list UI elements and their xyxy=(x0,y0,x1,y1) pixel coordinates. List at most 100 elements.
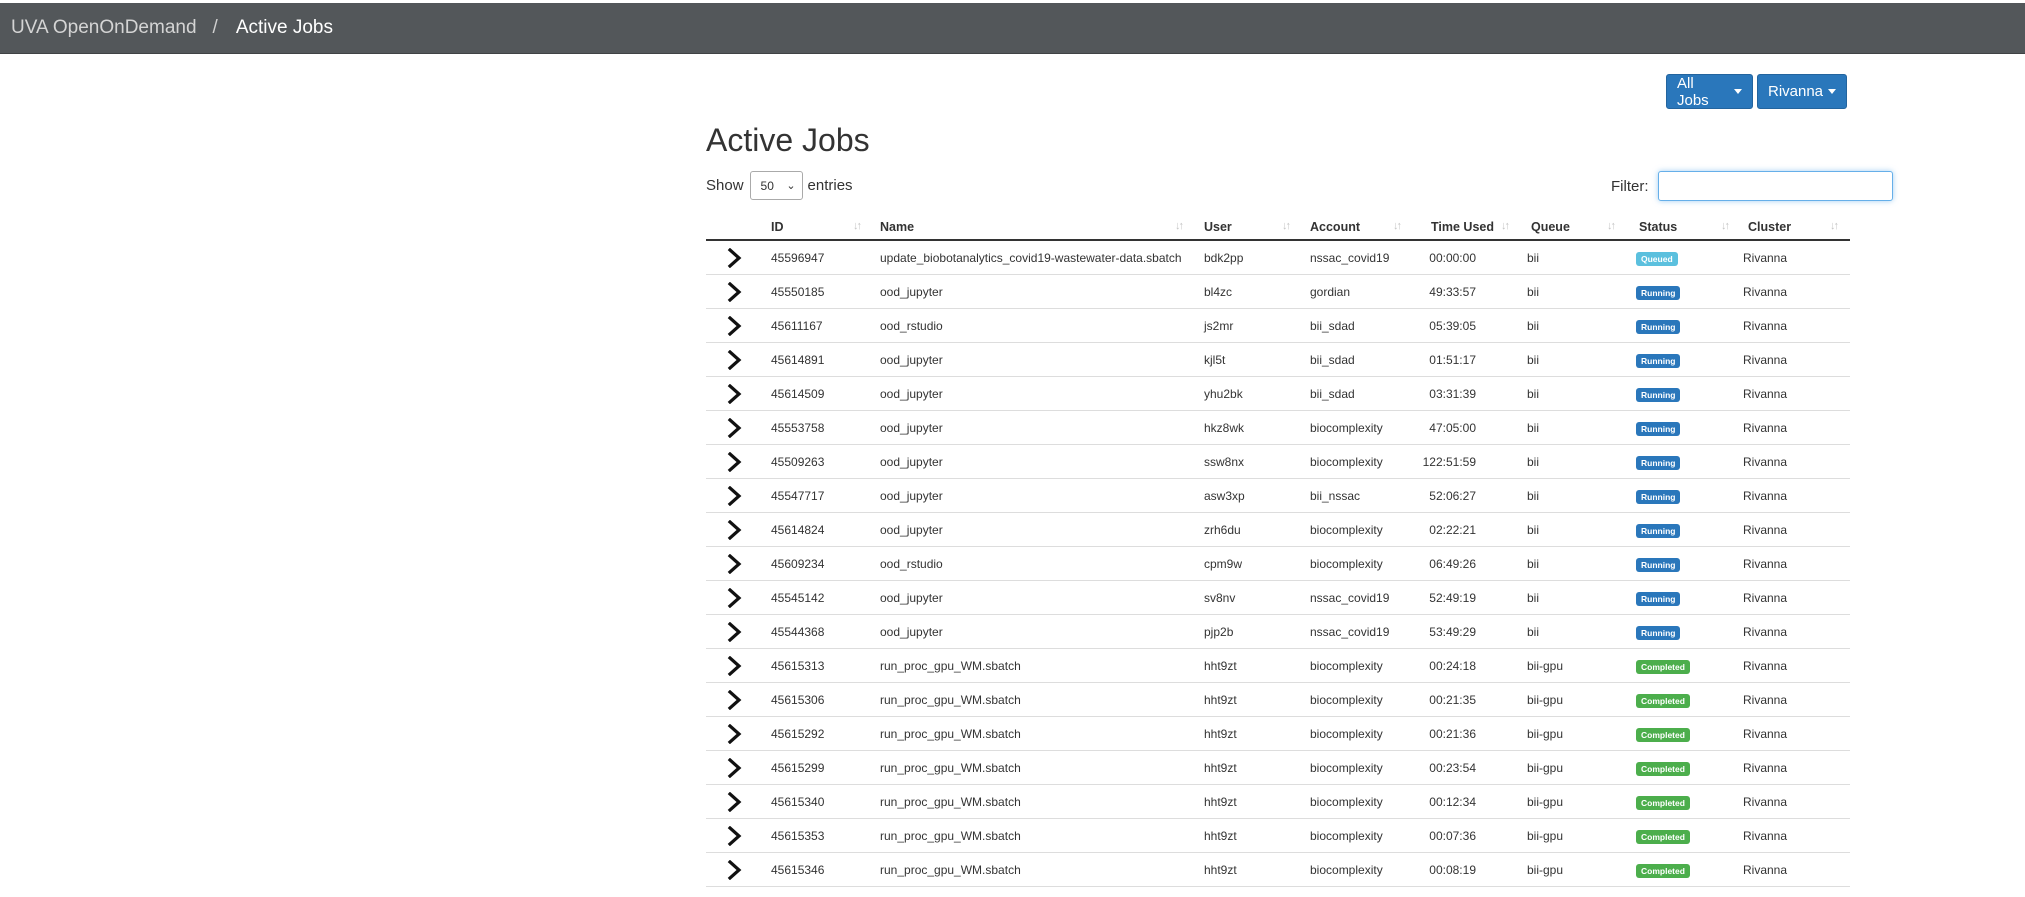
sort-icon[interactable]: ↓↑ xyxy=(1721,220,1730,232)
chevron-right-icon[interactable] xyxy=(724,520,746,540)
job-name: ood_rstudio xyxy=(880,557,943,571)
table-row[interactable]: 45615353 run_proc_gpu_WM.sbatch hht9zt bioc… xyxy=(706,819,1850,853)
sort-icon[interactable]: ↓↑ xyxy=(1607,220,1616,232)
job-queue: bii xyxy=(1527,523,1540,537)
table-row[interactable]: 45614824 ood_jupyter zrh6du biocomplexity 02… xyxy=(706,513,1850,547)
chevron-right-icon[interactable] xyxy=(724,826,746,846)
entries-label: entries xyxy=(807,177,853,194)
chevron-right-icon[interactable] xyxy=(724,690,746,710)
status-badge: Completed xyxy=(1636,728,1690,742)
job-user: hht9zt xyxy=(1204,795,1237,809)
table-row[interactable]: 45615313 run_proc_gpu_WM.sbatch hht9zt bioc… xyxy=(706,649,1850,683)
table-row[interactable]: 45615346 run_proc_gpu_WM.sbatch hht9zt bioc… xyxy=(706,853,1850,887)
chevron-right-icon[interactable] xyxy=(724,350,746,370)
filter-label: Filter: xyxy=(1611,177,1649,195)
chevron-right-icon[interactable] xyxy=(724,486,746,506)
job-cluster: Rivanna xyxy=(1743,523,1788,537)
sort-icon[interactable]: ↓↑ xyxy=(1830,220,1839,232)
job-id: 45615340 xyxy=(771,795,825,809)
table-row[interactable]: 45509263 ood_jupyter ssw8nx biocomplexity 12… xyxy=(706,445,1850,479)
chevron-right-icon[interactable] xyxy=(724,622,746,642)
job-id: 45615292 xyxy=(771,727,825,741)
sort-icon[interactable]: ↓↑ xyxy=(853,220,862,232)
chevron-right-icon[interactable] xyxy=(724,248,746,268)
sort-icon[interactable]: ↓↑ xyxy=(1282,220,1291,232)
job-queue: bii-gpu xyxy=(1527,761,1564,775)
column-cluster-header[interactable]: Cluster xyxy=(1748,220,1791,234)
column-queue-header[interactable]: Queue xyxy=(1531,220,1570,234)
job-time-used: 52:49:19 xyxy=(1429,591,1476,605)
job-name: ood_rstudio xyxy=(880,319,943,333)
filter-input[interactable] xyxy=(1657,171,1893,201)
table-header: ID ↓↑ Name ↓↑ User ↓↑ Account ↓↑ Time Used ↓↑ Queu… xyxy=(706,212,1850,241)
status-badge: Running xyxy=(1636,524,1681,538)
job-queue: bii xyxy=(1527,421,1540,435)
chevron-right-icon[interactable] xyxy=(724,282,746,302)
column-time-used-header[interactable]: Time Used xyxy=(1431,220,1494,234)
status-badge: Completed xyxy=(1636,660,1690,674)
job-cluster: Rivanna xyxy=(1743,795,1788,809)
chevron-right-icon[interactable] xyxy=(724,758,746,778)
table-row[interactable]: 45609234 ood_rstudio cpm9w biocomplexity 06:… xyxy=(706,547,1850,581)
chevron-right-icon[interactable] xyxy=(724,384,746,404)
job-queue: bii xyxy=(1527,489,1540,503)
job-user: zrh6du xyxy=(1204,523,1241,537)
table-row[interactable]: 45615299 run_proc_gpu_WM.sbatch hht9zt bioc… xyxy=(706,751,1850,785)
table-row[interactable]: 45614509 ood_jupyter yhu2bk bii_sdad 03:31:3… xyxy=(706,377,1850,411)
status-badge: Running xyxy=(1636,490,1681,504)
chevron-right-icon[interactable] xyxy=(724,656,746,676)
sort-icon[interactable]: ↓↑ xyxy=(1175,220,1184,232)
table-row[interactable]: 45615340 run_proc_gpu_WM.sbatch hht9zt bioc… xyxy=(706,785,1850,819)
status-badge: Running xyxy=(1636,456,1681,470)
caret-down-icon xyxy=(1828,89,1837,94)
chevron-right-icon[interactable] xyxy=(724,588,746,608)
table-row[interactable]: 45596947 update_biobotanalytics_covid19-w… xyxy=(706,241,1850,275)
job-time-used: 00:08:19 xyxy=(1429,863,1476,877)
all-jobs-dropdown-button[interactable]: All Jobs xyxy=(1666,74,1753,109)
table-row[interactable]: 45547717 ood_jupyter asw3xp bii_nssac 52:06:… xyxy=(706,479,1850,513)
column-name-header[interactable]: Name xyxy=(880,220,914,234)
status-badge: Running xyxy=(1636,558,1681,572)
breadcrumb-home-link[interactable]: UVA OpenOnDemand xyxy=(11,17,197,39)
sort-icon[interactable]: ↓↑ xyxy=(1393,220,1402,232)
table-row[interactable]: 45550185 ood_jupyter bl4zc gordian 49:33:57 b… xyxy=(706,275,1850,309)
sort-icon[interactable]: ↓↑ xyxy=(1501,220,1510,232)
table-row[interactable]: 45614891 ood_jupyter kjl5t bii_sdad 01:51:17… xyxy=(706,343,1850,377)
job-user: hht9zt xyxy=(1204,863,1237,877)
table-row[interactable]: 45615306 run_proc_gpu_WM.sbatch hht9zt bioc… xyxy=(706,683,1850,717)
job-id: 45615353 xyxy=(771,829,825,843)
job-id: 45615306 xyxy=(771,693,825,707)
job-account: bii_sdad xyxy=(1310,353,1355,367)
job-user: hht9zt xyxy=(1204,761,1237,775)
job-queue: bii-gpu xyxy=(1527,693,1564,707)
job-cluster: Rivanna xyxy=(1743,353,1788,367)
chevron-right-icon[interactable] xyxy=(724,860,746,880)
job-account: bii_sdad xyxy=(1310,387,1355,401)
chevron-right-icon[interactable] xyxy=(724,452,746,472)
job-time-used: 47:05:00 xyxy=(1429,421,1476,435)
cluster-dropdown-button[interactable]: Rivanna xyxy=(1757,74,1847,109)
table-row[interactable]: 45545142 ood_jupyter sv8nv nssac_covid19 52:… xyxy=(706,581,1850,615)
job-cluster: Rivanna xyxy=(1743,761,1788,775)
job-time-used: 52:06:27 xyxy=(1429,489,1476,503)
column-id-header[interactable]: ID xyxy=(771,220,784,234)
table-row[interactable]: 45615292 run_proc_gpu_WM.sbatch hht9zt bioc… xyxy=(706,717,1850,751)
job-cluster: Rivanna xyxy=(1743,251,1788,265)
chevron-right-icon[interactable] xyxy=(724,724,746,744)
chevron-right-icon[interactable] xyxy=(724,792,746,812)
chevron-right-icon[interactable] xyxy=(724,316,746,336)
table-row[interactable]: 45544368 ood_jupyter pjp2b nssac_covid19 53:… xyxy=(706,615,1850,649)
job-id: 45545142 xyxy=(771,591,825,605)
job-time-used: 06:49:26 xyxy=(1429,557,1476,571)
job-id: 45614509 xyxy=(771,387,825,401)
table-row[interactable]: 45553758 ood_jupyter hkz8wk biocomplexity 47… xyxy=(706,411,1850,445)
table-row[interactable]: 45611167 ood_rstudio js2mr bii_sdad 05:39:05… xyxy=(706,309,1850,343)
chevron-right-icon[interactable] xyxy=(724,418,746,438)
column-account-header[interactable]: Account xyxy=(1310,220,1360,234)
caret-down-icon xyxy=(1734,89,1742,94)
entries-per-page-select[interactable]: 50 ⌄ xyxy=(749,171,803,200)
column-user-header[interactable]: User xyxy=(1204,220,1232,234)
status-badge: Running xyxy=(1636,320,1681,334)
chevron-right-icon[interactable] xyxy=(724,554,746,574)
column-status-header[interactable]: Status xyxy=(1639,220,1677,234)
